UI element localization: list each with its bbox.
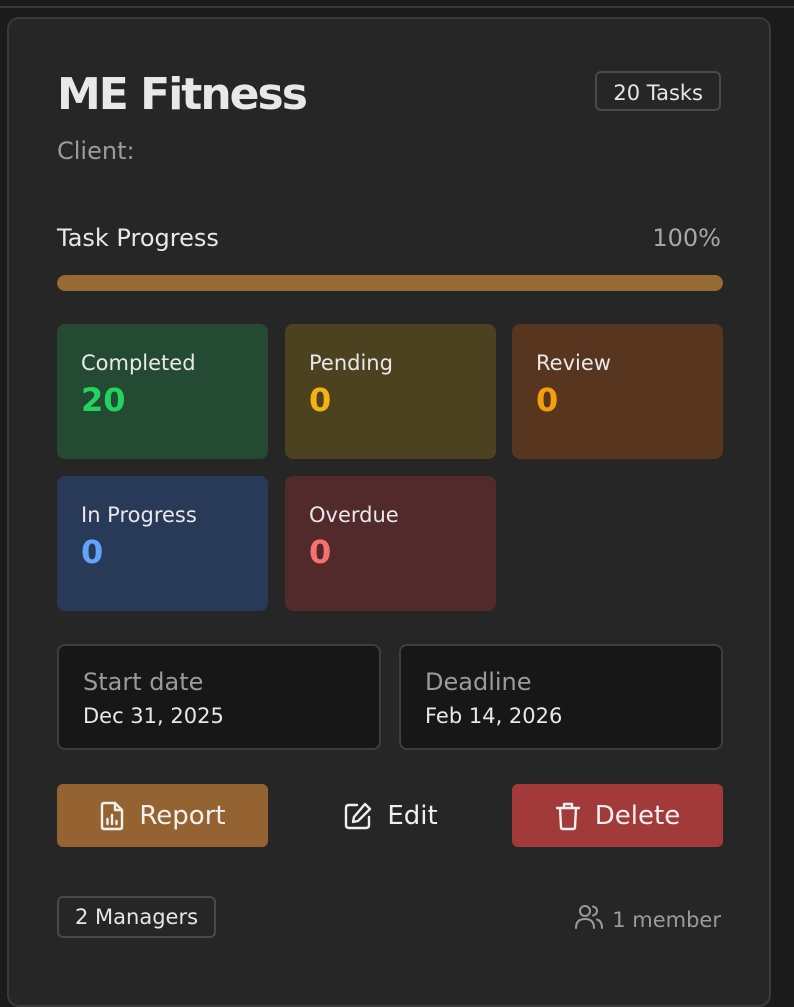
edit-icon <box>343 801 373 831</box>
project-title: ME Fitness <box>57 69 308 120</box>
progress-bar <box>57 275 723 291</box>
stat-in-progress: In Progress 0 <box>57 476 268 611</box>
stat-completed: Completed 20 <box>57 324 268 459</box>
file-chart-icon <box>99 801 125 831</box>
report-button-label: Report <box>139 800 226 831</box>
progress-bar-fill <box>57 275 723 291</box>
stat-label: Overdue <box>309 503 399 527</box>
delete-button-label: Delete <box>594 800 681 831</box>
stat-pending: Pending 0 <box>285 324 496 459</box>
deadline-value: Feb 14, 2026 <box>425 704 563 728</box>
stat-overdue: Overdue 0 <box>285 476 496 611</box>
users-icon <box>574 903 604 936</box>
stat-value: 0 <box>309 533 332 571</box>
stat-value: 20 <box>81 381 126 419</box>
edit-button-label: Edit <box>387 800 438 831</box>
managers-badge: 2 Managers <box>57 896 217 938</box>
report-button[interactable]: Report <box>57 784 268 847</box>
stat-review: Review 0 <box>512 324 723 459</box>
stat-label: Completed <box>81 351 196 375</box>
stat-label: Pending <box>309 351 393 375</box>
task-count-badge: 20 Tasks <box>595 71 721 111</box>
stat-label: Review <box>536 351 611 375</box>
client-label: Client: <box>57 137 135 165</box>
stat-value: 0 <box>309 381 332 419</box>
deadline-label: Deadline <box>425 668 532 696</box>
stat-value: 0 <box>536 381 559 419</box>
top-divider <box>0 0 794 8</box>
edit-button[interactable]: Edit <box>285 784 496 847</box>
stat-value: 0 <box>81 533 104 571</box>
trash-icon <box>555 801 581 831</box>
stat-label: In Progress <box>81 503 197 527</box>
start-date-label: Start date <box>83 668 204 696</box>
start-date-box: Start date Dec 31, 2025 <box>57 644 381 750</box>
deadline-box: Deadline Feb 14, 2026 <box>399 644 723 750</box>
start-date-value: Dec 31, 2025 <box>83 704 224 728</box>
delete-button[interactable]: Delete <box>512 784 723 847</box>
members-text: 1 member <box>612 907 721 932</box>
project-card: ME Fitness 20 Tasks Client: Task Progres… <box>7 17 771 1007</box>
progress-label: Task Progress <box>57 224 219 252</box>
progress-percent: 100% <box>652 224 721 252</box>
members-count: 1 member <box>574 903 721 936</box>
